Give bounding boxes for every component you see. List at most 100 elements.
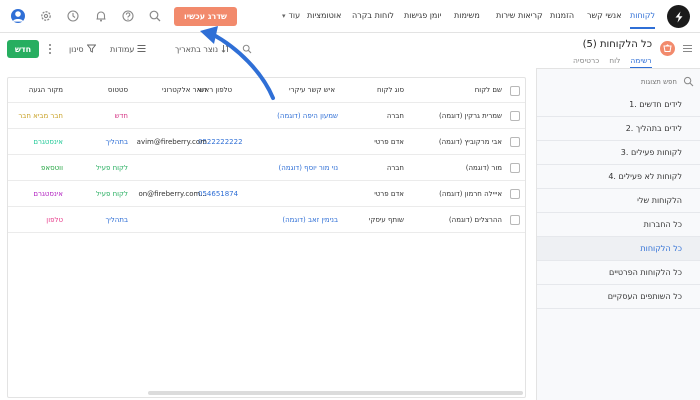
- nav-calendar[interactable]: יומן פגישות: [404, 11, 441, 20]
- cell-status: לקוח פעיל: [96, 163, 128, 172]
- table-row[interactable]: אייילה חרמון (דוגמה) אדם פרטי 054651874 …: [8, 181, 525, 207]
- cell-status: לקוח פעיל: [96, 189, 128, 198]
- row-checkbox[interactable]: [510, 111, 520, 121]
- sort-button[interactable]: נוצר בתאריך: [175, 44, 230, 55]
- sidebar-item-new-leads[interactable]: 1. לידים חדשים: [537, 93, 700, 117]
- sidebar-item-my-customers[interactable]: הלקוחות שלי: [537, 189, 700, 213]
- cell-status: בתהליך: [105, 215, 128, 224]
- search-icon[interactable]: [148, 9, 162, 23]
- column-header-phone[interactable]: טלפון ראשי: [198, 78, 264, 102]
- cell-source: אינסטגרם: [33, 137, 63, 146]
- upgrade-now-button[interactable]: שדרג עכשיו: [174, 7, 237, 26]
- top-navigation-bar: שדרג עכשיו ▾ עוד אוטומציות לוחות בקרה יו…: [0, 0, 700, 33]
- cell-name[interactable]: מור (דוגמה): [406, 155, 502, 180]
- filter-label: סינון: [69, 45, 84, 54]
- nav-contacts[interactable]: אנשי קשר: [587, 11, 621, 20]
- cell-type: שותף עיסקי: [368, 215, 404, 224]
- cell-contact[interactable]: בנימין זאב (דוגמה): [258, 207, 338, 232]
- nav-orders[interactable]: הזמנות: [550, 11, 574, 20]
- cell-type: חברה: [386, 111, 404, 120]
- nav-tasks[interactable]: משימות: [454, 11, 480, 20]
- views-list: 1. לידים חדשים 2. לידים בתהליך 3. לקוחות…: [537, 93, 700, 309]
- customers-badge-icon: [660, 41, 675, 56]
- search-icon: [683, 76, 694, 87]
- user-avatar-icon[interactable]: [11, 9, 25, 23]
- table-header-row: שם לקוח סוג לקוח איש קשר עיקרי טלפון ראש…: [8, 78, 525, 103]
- cell-email[interactable]: [133, 103, 207, 128]
- horizontal-scrollbar[interactable]: [148, 391, 523, 395]
- cell-type: חברה: [386, 163, 404, 172]
- more-menu[interactable]: ▾ עוד: [282, 11, 300, 20]
- cell-status: חדש: [114, 111, 128, 120]
- cell-email[interactable]: on@fireberry.com...: [133, 181, 207, 206]
- customers-table: שם לקוח סוג לקוח איש קשר עיקרי טלפון ראש…: [7, 77, 526, 398]
- clock-icon[interactable]: [66, 9, 80, 23]
- cell-source: אינסטגרם: [33, 189, 63, 198]
- cell-phone[interactable]: [198, 103, 264, 128]
- cell-contact[interactable]: שמעון היפה (דוגמה): [258, 103, 338, 128]
- row-checkbox[interactable]: [510, 215, 520, 225]
- table-row[interactable]: אבי מרקוביץ (דוגמה) אדם פרטי 0522222222 …: [8, 129, 525, 155]
- sidebar-item-all-companies[interactable]: כל החברות: [537, 213, 700, 237]
- burger-icon[interactable]: [683, 44, 692, 53]
- sidebar-item-inactive-customers[interactable]: 4. לקוחות לא פעילים: [537, 165, 700, 189]
- cell-name[interactable]: אייילה חרמון (דוגמה): [406, 181, 502, 206]
- row-checkbox[interactable]: [510, 189, 520, 199]
- nav-customers[interactable]: לקוחות: [630, 11, 656, 29]
- cell-contact[interactable]: [258, 129, 338, 154]
- cell-email[interactable]: avim@fireberry.com: [133, 129, 207, 154]
- columns-icon: [137, 44, 146, 55]
- cell-name[interactable]: שמרית גרקין (דוגמה): [406, 103, 502, 128]
- table-search-icon[interactable]: [242, 44, 252, 54]
- new-record-button[interactable]: חדש: [7, 40, 39, 58]
- cell-email[interactable]: [133, 207, 207, 232]
- column-header-type[interactable]: סוג לקוח: [328, 78, 404, 102]
- nav-service-calls[interactable]: קריאות שירות: [496, 11, 543, 20]
- row-checkbox[interactable]: [510, 163, 520, 173]
- sidebar-item-active-customers[interactable]: 3. לקוחות פעילים: [537, 141, 700, 165]
- filter-button[interactable]: סינון: [69, 44, 96, 55]
- select-all-checkbox[interactable]: [510, 86, 520, 96]
- cell-phone[interactable]: [198, 155, 264, 180]
- sidebar-item-leads-in-progress[interactable]: 2. לידים בתהליך: [537, 117, 700, 141]
- settings-icon[interactable]: [39, 9, 53, 23]
- table-row[interactable]: שמרית גרקין (דוגמה) חברה שמעון היפה (דוג…: [8, 103, 525, 129]
- more-menu-label: עוד: [288, 11, 301, 20]
- table-row[interactable]: מור (דוגמה) חברה נוי מור יוסף (דוגמה) לק…: [8, 155, 525, 181]
- columns-label: עמודות: [110, 45, 135, 54]
- columns-button[interactable]: עמודות: [110, 44, 146, 55]
- sidebar-item-all-customers[interactable]: כל הלקוחות: [537, 237, 700, 261]
- help-icon[interactable]: [121, 9, 135, 23]
- kebab-icon[interactable]: [47, 43, 53, 55]
- cell-source: ווטסאפ: [41, 163, 63, 172]
- sort-label: נוצר בתאריך: [175, 45, 219, 54]
- filter-icon: [86, 44, 96, 55]
- sidebar-item-all-private-customers[interactable]: כל הלקוחות הפרטיים: [537, 261, 700, 285]
- cell-contact[interactable]: [258, 181, 338, 206]
- table-row[interactable]: ההרצלים (דוגמה) שותף עיסקי בנימין זאב (ד…: [8, 207, 525, 233]
- column-header-status[interactable]: סטטוס: [66, 78, 128, 102]
- column-header-contact[interactable]: איש קשר עיקרי: [263, 78, 335, 102]
- views-search-input[interactable]: [543, 74, 697, 90]
- nav-dashboards[interactable]: לוחות בקרה: [352, 11, 394, 20]
- row-checkbox[interactable]: [510, 137, 520, 147]
- views-sidebar: 1. לידים חדשים 2. לידים בתהליך 3. לקוחות…: [536, 68, 700, 400]
- cell-name[interactable]: אבי מרקוביץ (דוגמה): [406, 129, 502, 154]
- cell-source: טלפון: [46, 215, 63, 224]
- bell-icon[interactable]: [94, 9, 108, 23]
- cell-source: חבר מביא חבר: [18, 111, 63, 120]
- column-header-source[interactable]: מקור הגעה: [8, 78, 63, 102]
- cell-email[interactable]: [133, 155, 207, 180]
- column-header-name[interactable]: שם לקוח: [406, 78, 502, 102]
- cell-phone[interactable]: [198, 207, 264, 232]
- cell-phone[interactable]: 0522222222: [198, 129, 264, 154]
- cell-type: אדם פרטי: [374, 137, 404, 146]
- nav-automations[interactable]: אוטומציות: [307, 11, 341, 20]
- cell-phone[interactable]: 054651874: [198, 181, 264, 206]
- cell-contact[interactable]: נוי מור יוסף (דוגמה): [258, 155, 338, 180]
- cell-name[interactable]: ההרצלים (דוגמה): [406, 207, 502, 232]
- cell-type: אדם פרטי: [374, 189, 404, 198]
- column-header-email[interactable]: דואר אלקטרוני: [133, 78, 207, 102]
- sidebar-item-all-business-partners[interactable]: כל השותפים העסקיים: [537, 285, 700, 309]
- logo-icon[interactable]: [667, 5, 690, 28]
